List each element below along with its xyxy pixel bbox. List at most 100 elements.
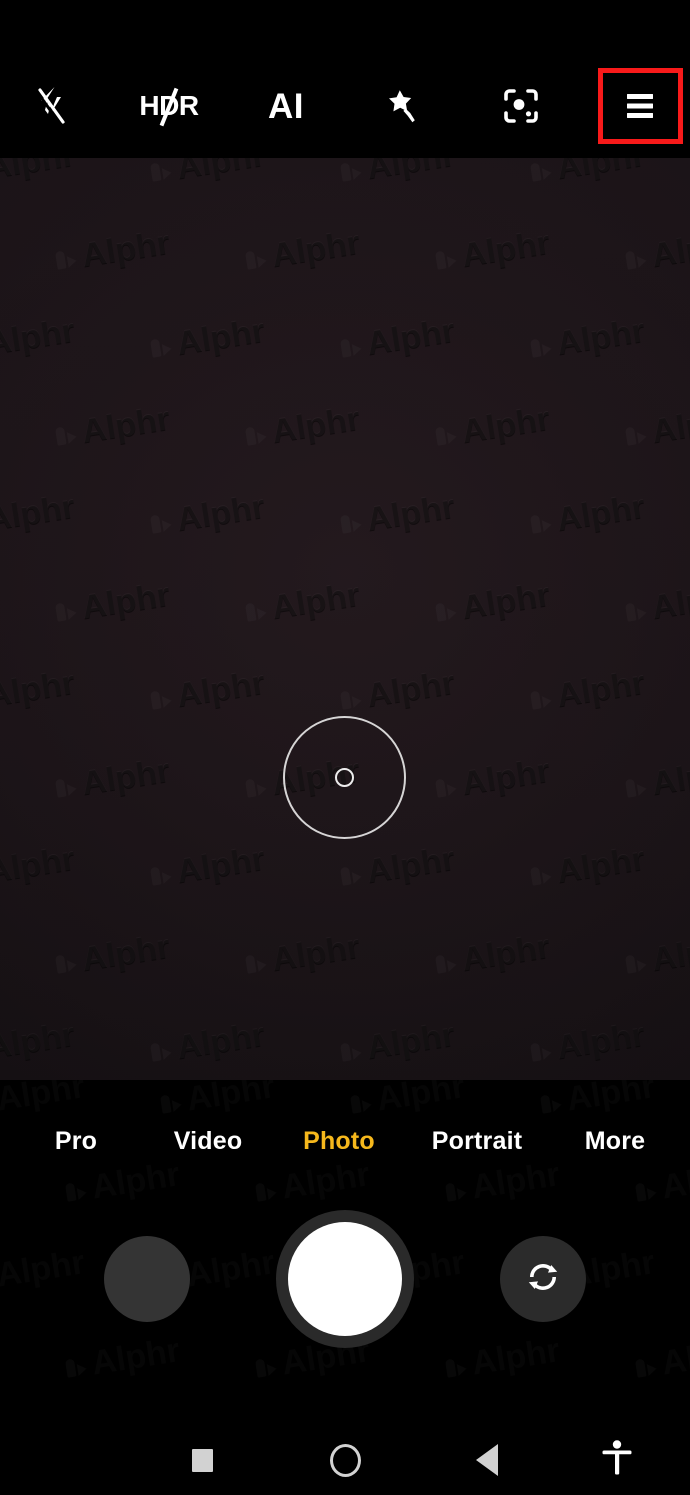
flash-toggle-button[interactable]	[8, 68, 94, 144]
watermark-label: Alphr	[553, 158, 648, 187]
watermark-item: Alphr	[50, 192, 250, 299]
nav-accessibility-button[interactable]	[572, 1425, 662, 1495]
watermark-item: Alphr	[620, 368, 690, 475]
watermark-label: Alphr	[173, 662, 268, 715]
camera-mode-selector[interactable]: Pro Video Photo Portrait More	[0, 1118, 690, 1164]
mode-tab-pro[interactable]: Pro	[10, 1123, 142, 1160]
watermark-logo-icon	[539, 1089, 563, 1116]
watermark-label: Alphr	[0, 662, 78, 715]
watermark-logo-icon	[624, 949, 648, 976]
watermark-item: Alphr	[50, 368, 250, 475]
watermark-logo-icon	[149, 333, 173, 360]
watermark-label: Alphr	[78, 574, 173, 627]
watermark-logo-icon	[434, 773, 458, 800]
watermark-label: Alphr	[88, 1330, 183, 1383]
mode-tab-photo[interactable]: Photo	[274, 1123, 404, 1160]
watermark-logo-icon	[624, 245, 648, 272]
lens-scan-button[interactable]	[478, 68, 564, 144]
nav-back-button[interactable]	[442, 1425, 532, 1495]
watermark-label: Alphr	[553, 662, 648, 715]
mode-tab-video[interactable]: Video	[142, 1123, 274, 1160]
watermark-item: Alphr	[0, 808, 155, 915]
ai-toggle-button[interactable]: AI	[243, 68, 329, 144]
shutter-button-inner	[288, 1222, 402, 1336]
watermark-label: Alphr	[648, 750, 690, 803]
watermark-label: Alphr	[78, 750, 173, 803]
watermark-logo-icon	[254, 1177, 278, 1204]
android-navigation-bar	[0, 1425, 690, 1495]
watermark-label: Alphr	[0, 486, 78, 539]
watermark-logo-icon	[529, 333, 553, 360]
nav-recents-button[interactable]	[157, 1425, 247, 1495]
watermark-label: Alphr	[553, 838, 648, 891]
filters-button[interactable]	[360, 68, 446, 144]
watermark-item: Alphr	[0, 280, 155, 387]
watermark-label: Alphr	[458, 398, 553, 451]
watermark-logo-icon	[254, 1353, 278, 1380]
watermark-logo-icon	[244, 245, 268, 272]
watermark-label: Alphr	[458, 222, 553, 275]
watermark-label: Alphr	[363, 1014, 458, 1067]
watermark-item: Alphr	[240, 368, 440, 475]
watermark-item: Alphr	[620, 896, 690, 1003]
watermark-logo-icon	[434, 245, 458, 272]
watermark-label: Alphr	[268, 574, 363, 627]
watermark-logo-icon	[64, 1177, 88, 1204]
accessibility-icon	[600, 1438, 634, 1483]
watermark-item: Alphr	[50, 544, 250, 651]
watermark-item: Alphr	[620, 720, 690, 827]
watermark-label: Alphr	[268, 926, 363, 979]
watermark-label: Alphr	[183, 1080, 278, 1119]
watermark-logo-icon	[159, 1089, 183, 1116]
settings-menu-button[interactable]	[597, 68, 683, 144]
watermark-label: Alphr	[468, 1330, 563, 1383]
watermark-label: Alphr	[658, 1330, 690, 1383]
mode-tab-portrait[interactable]: Portrait	[404, 1123, 550, 1160]
watermark-label: Alphr	[183, 1242, 278, 1295]
watermark-logo-icon	[54, 773, 78, 800]
watermark-label: Alphr	[0, 838, 78, 891]
nav-home-button[interactable]	[300, 1425, 390, 1495]
magic-wand-star-icon	[383, 86, 423, 126]
watermark-logo-icon	[339, 1037, 363, 1064]
watermark-logo-icon	[444, 1353, 468, 1380]
camera-viewfinder[interactable]: Alphr Alphr Alphr Alphr Alphr Alphr Alphr Alphr…	[0, 158, 690, 1080]
watermark-label: Alphr	[0, 158, 78, 187]
watermark-label: Alphr	[173, 486, 268, 539]
watermark-item: Alphr	[430, 544, 630, 651]
gallery-thumbnail-button[interactable]	[104, 1236, 190, 1322]
watermark-overlay: Alphr Alphr Alphr Alphr Alphr Alphr Alphr Alphr…	[0, 158, 690, 1080]
watermark-label: Alphr	[0, 1080, 88, 1119]
camera-app-screen: HDR AI	[0, 0, 690, 1495]
circle-icon	[329, 1443, 361, 1477]
watermark-item: Alphr	[430, 896, 630, 1003]
square-icon	[191, 1448, 213, 1472]
hdr-toggle-button[interactable]: HDR	[126, 68, 212, 144]
watermark-item: Alphr	[430, 720, 630, 827]
hamburger-menu-icon	[620, 90, 660, 122]
camera-top-toolbar: HDR AI	[0, 0, 690, 158]
camera-flip-button[interactable]	[500, 1236, 586, 1322]
watermark-logo-icon	[349, 1089, 373, 1116]
watermark-item: Alphr	[50, 720, 250, 827]
mode-tab-more[interactable]: More	[550, 1123, 680, 1160]
watermark-item: Alphr	[335, 456, 535, 563]
watermark-label: Alphr	[363, 486, 458, 539]
watermark-label: Alphr	[553, 486, 648, 539]
camera-flip-icon	[520, 1254, 566, 1305]
watermark-label: Alphr	[268, 398, 363, 451]
watermark-item: Alphr	[240, 896, 440, 1003]
watermark-label: Alphr	[78, 926, 173, 979]
watermark-label: Alphr	[0, 1014, 78, 1067]
shutter-button[interactable]	[276, 1210, 414, 1348]
watermark-logo-icon	[624, 597, 648, 624]
ai-icon: AI	[268, 86, 304, 126]
watermark-item: Alphr	[0, 984, 155, 1080]
focus-center-dot	[335, 768, 354, 787]
watermark-item: Alphr	[240, 544, 440, 651]
watermark-label: Alphr	[648, 222, 690, 275]
watermark-item: Alphr	[430, 368, 630, 475]
watermark-label: Alphr	[363, 662, 458, 715]
watermark-label: Alphr	[648, 398, 690, 451]
watermark-item: Alphr	[630, 1300, 690, 1407]
